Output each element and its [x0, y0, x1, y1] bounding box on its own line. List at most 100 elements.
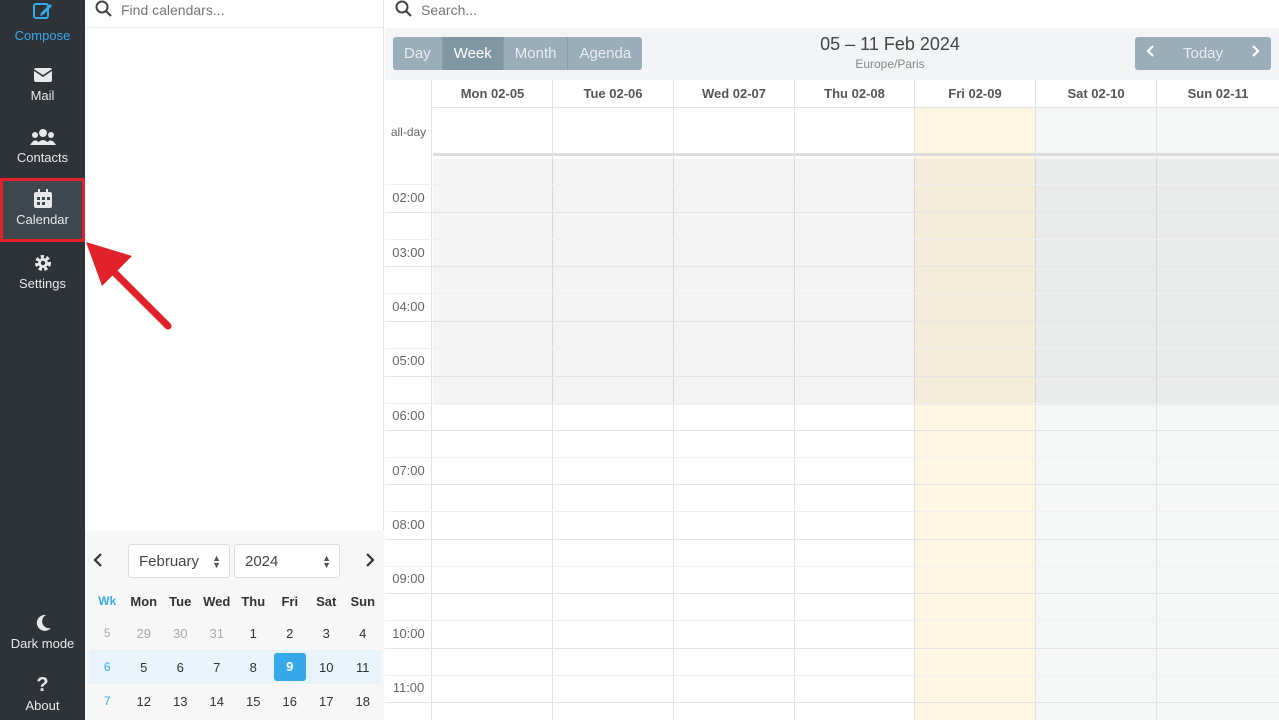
day-cell[interactable]: 15	[235, 694, 272, 709]
day-cell[interactable]: 6	[162, 660, 199, 675]
day-cell[interactable]: 7	[199, 660, 236, 675]
hour-label: 11:00	[392, 680, 425, 695]
day-header[interactable]: Fri 02-09	[915, 80, 1035, 108]
all-day-slot[interactable]	[674, 108, 794, 156]
hour-line	[385, 702, 1279, 703]
all-day-slot[interactable]	[795, 108, 914, 156]
hour-line	[385, 212, 1279, 213]
all-day-slot[interactable]	[1157, 108, 1279, 156]
timezone-label: Europe/Paris	[855, 57, 925, 71]
off-hours-shade	[433, 159, 1279, 405]
view-week-button[interactable]: Week	[442, 37, 504, 70]
day-cell[interactable]: 29	[126, 626, 163, 641]
nav-compose[interactable]: Compose	[0, 0, 85, 62]
half-hour-line	[385, 403, 1279, 404]
nav-settings[interactable]: Settings	[0, 252, 85, 314]
calendar-search	[85, 0, 383, 28]
day-header[interactable]: Wed 02-07	[674, 80, 794, 108]
day-cell[interactable]: 11	[345, 660, 382, 675]
hour-label: 04:00	[392, 299, 425, 314]
all-day-slot[interactable]	[433, 108, 552, 156]
event-search-input[interactable]	[421, 0, 661, 20]
weekday-header: Tue	[169, 593, 192, 609]
prev-month-icon[interactable]	[93, 552, 103, 573]
hour-line	[385, 376, 1279, 377]
week-number[interactable]: 6	[89, 660, 126, 674]
weekday-header: Sat	[316, 593, 337, 609]
half-hour-line	[385, 675, 1279, 676]
day-header[interactable]: Sat 02-10	[1036, 80, 1156, 108]
next-month-icon[interactable]	[365, 552, 375, 573]
question-icon: ?	[36, 674, 49, 696]
day-cell[interactable]: 16	[272, 694, 309, 709]
prev-week-button[interactable]	[1135, 37, 1167, 70]
date-range-title: 05 – 11 Feb 2024 Europe/Paris	[765, 34, 1015, 71]
day-cell[interactable]: 30	[162, 626, 199, 641]
nav-calendar[interactable]: Calendar	[0, 178, 85, 242]
day-header[interactable]: Tue 02-06	[553, 80, 673, 108]
nav-about[interactable]: ? About	[0, 674, 85, 720]
calendar-main: Day Week Month Agenda 05 – 11 Feb 2024 E…	[385, 0, 1279, 720]
day-cell[interactable]: 3	[308, 626, 345, 641]
day-cell[interactable]: 13	[162, 694, 199, 709]
gear-icon	[0, 252, 85, 274]
day-cell[interactable]: 1	[235, 626, 272, 641]
half-hour-line	[385, 566, 1279, 567]
nav-mail[interactable]: Mail	[0, 64, 85, 126]
month-select[interactable]: February ▲ ▼	[128, 544, 230, 578]
hour-line	[385, 266, 1279, 267]
half-hour-line	[385, 184, 1279, 185]
calendar-toolbar: Day Week Month Agenda 05 – 11 Feb 2024 E…	[385, 28, 1279, 80]
weekday-header: Fri	[281, 593, 299, 609]
calendar-search-input[interactable]	[121, 0, 361, 20]
half-hour-line	[385, 293, 1279, 294]
week-row: 5 29 30 31 1 2 3 4	[89, 616, 381, 650]
hour-label: 05:00	[392, 353, 425, 368]
hour-line	[385, 648, 1279, 649]
week-number[interactable]: 7	[89, 694, 126, 708]
weekday-header: Wed	[203, 593, 231, 609]
day-cell[interactable]: 4	[345, 626, 382, 641]
week-number[interactable]: 5	[89, 626, 126, 640]
mail-icon	[0, 64, 85, 86]
calendar-list-panel: February ▲▼ 2024 ▲▼ Wk Mon Tue Wed Thu F…	[85, 0, 384, 720]
day-header[interactable]: Thu 02-08	[795, 80, 914, 108]
view-agenda-button[interactable]: Agenda	[568, 37, 643, 70]
view-day-button[interactable]: Day	[393, 37, 443, 70]
day-cell[interactable]: 18	[345, 694, 382, 709]
weekday-header: Mon	[130, 593, 158, 609]
calendar-icon	[0, 188, 85, 210]
year-select[interactable]: 2024 ▲ ▼	[234, 544, 340, 578]
nav-dark-mode[interactable]: Dark mode	[0, 612, 85, 674]
half-hour-line	[385, 620, 1279, 621]
today-button[interactable]: Today	[1167, 37, 1239, 70]
day-cell[interactable]: 10	[308, 660, 345, 675]
view-month-button[interactable]: Month	[503, 37, 569, 70]
compose-icon	[0, 0, 85, 22]
week-row-current: 6 5 6 7 8 9 10 11	[89, 650, 381, 684]
hour-label: 06:00	[392, 408, 425, 423]
all-day-slot[interactable]	[915, 108, 1035, 156]
hour-line	[385, 484, 1279, 485]
day-cell[interactable]: 17	[308, 694, 345, 709]
day-header[interactable]: Sun 02-11	[1157, 80, 1279, 108]
day-cell[interactable]: 8	[235, 660, 272, 675]
week-grid: all-day Mon 02-05 Tue 02-06 Wed 02-07 Th…	[385, 80, 1279, 720]
next-week-button[interactable]	[1239, 37, 1271, 70]
hour-label: 02:00	[392, 190, 425, 205]
weekday-header: Sun	[350, 593, 376, 609]
hour-line	[385, 593, 1279, 594]
contacts-icon	[0, 126, 85, 148]
all-day-slot[interactable]	[553, 108, 673, 156]
day-header[interactable]: Mon 02-05	[433, 80, 552, 108]
week-number-header: Wk	[98, 594, 117, 608]
day-cell-selected[interactable]: 9	[272, 653, 309, 681]
day-cell[interactable]: 5	[126, 660, 163, 675]
day-cell[interactable]: 31	[199, 626, 236, 641]
hour-line	[385, 430, 1279, 431]
all-day-slot[interactable]	[1036, 108, 1156, 156]
day-cell[interactable]: 2	[272, 626, 309, 641]
moon-icon	[0, 612, 85, 634]
day-cell[interactable]: 14	[199, 694, 236, 709]
day-cell[interactable]: 12	[126, 694, 163, 709]
